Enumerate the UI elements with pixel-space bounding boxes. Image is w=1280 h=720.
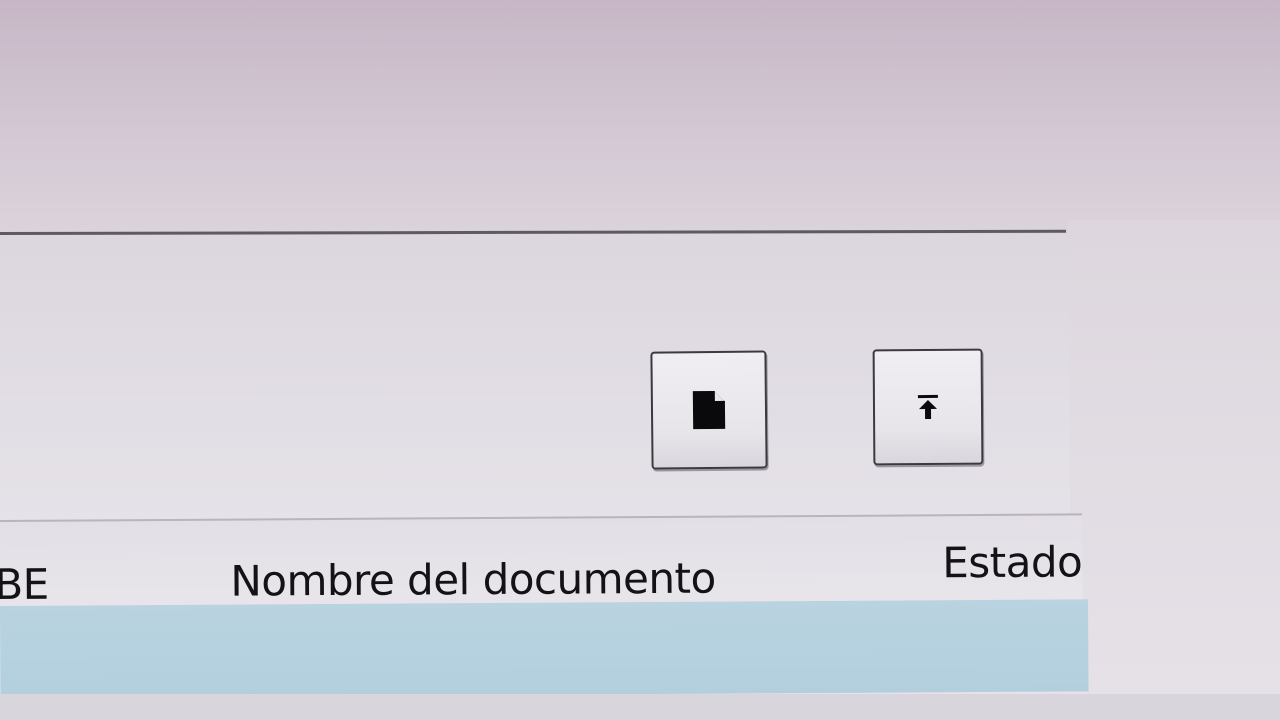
table-lower-area (0, 694, 1280, 720)
application-window: BE Nombre del documento Estado (0, 0, 1280, 720)
column-header-document-name[interactable]: Nombre del documento (230, 554, 716, 606)
document-table-header: BE Nombre del documento Estado (0, 513, 1083, 614)
top-content-area (0, 0, 1280, 234)
column-header-status[interactable]: Estado (942, 537, 1082, 587)
upload-arrow-icon (916, 394, 940, 420)
document-icon (690, 390, 728, 430)
table-row-selected[interactable] (0, 599, 1089, 698)
window-right-margin (1068, 220, 1280, 720)
column-header-code[interactable]: BE (0, 560, 49, 609)
upload-button[interactable] (872, 348, 984, 466)
new-document-button[interactable] (650, 350, 768, 470)
